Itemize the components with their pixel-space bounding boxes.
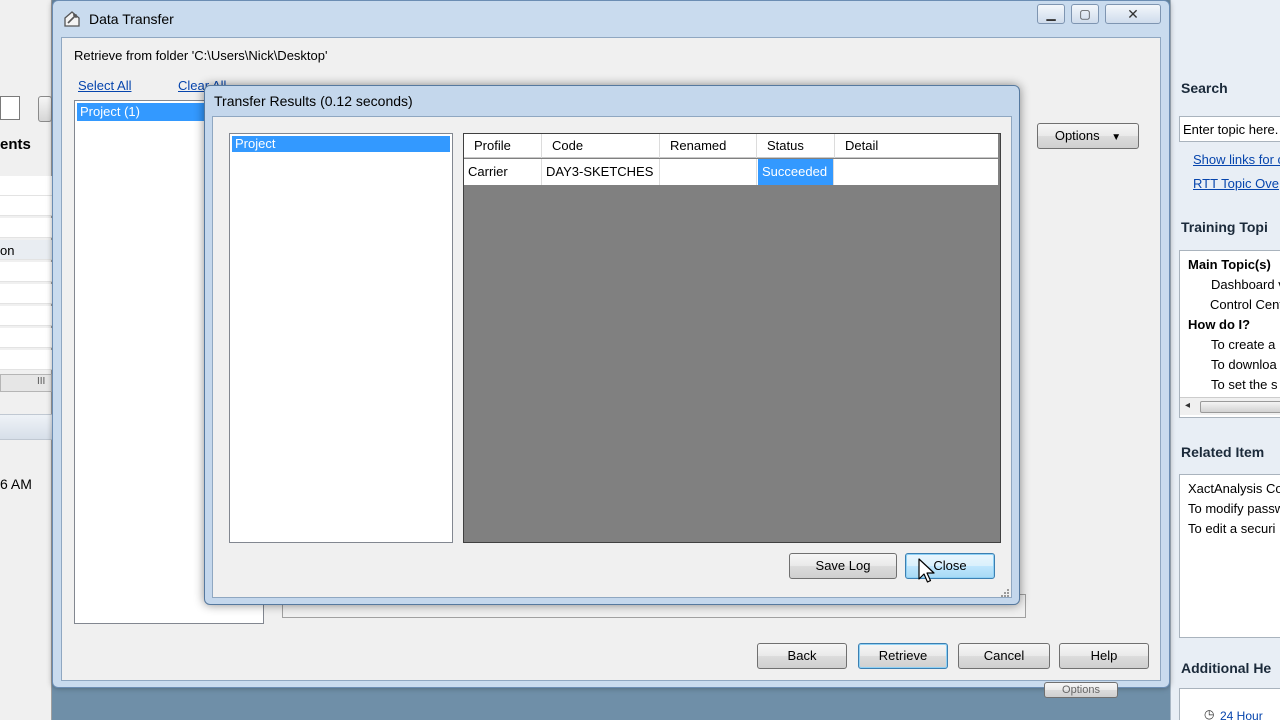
background-row bbox=[0, 284, 52, 304]
close-window-button[interactable]: ✕ bbox=[1105, 4, 1161, 24]
table-row[interactable]: Carrier DAY3-SKETCHES Succeeded bbox=[464, 159, 998, 185]
options-button[interactable]: Options ▼ bbox=[1037, 123, 1139, 149]
column-header-detail[interactable]: Detail bbox=[835, 134, 998, 158]
training-item: Main Topic(s) bbox=[1188, 257, 1271, 272]
search-input-placeholder: Enter topic here. bbox=[1183, 122, 1279, 137]
scroll-left-arrow-icon[interactable]: ◂ bbox=[1185, 400, 1190, 411]
training-item[interactable]: To create a bbox=[1211, 337, 1275, 352]
background-row bbox=[0, 306, 52, 326]
related-item[interactable]: To edit a securi bbox=[1188, 521, 1275, 536]
mouse-cursor-icon bbox=[918, 558, 935, 583]
minimize-icon: ▁ bbox=[1046, 7, 1056, 21]
background-heading-fragment: ents bbox=[0, 136, 31, 153]
additional-help-link[interactable]: 24 Hour bbox=[1220, 709, 1263, 720]
training-item[interactable]: To downloa bbox=[1211, 357, 1277, 372]
training-topics-title: Training Topi bbox=[1181, 219, 1268, 235]
search-title: Search bbox=[1181, 80, 1228, 96]
background-row bbox=[0, 262, 52, 282]
dialog-title: Transfer Results (0.12 seconds) bbox=[214, 93, 413, 109]
retrieve-button[interactable]: Retrieve bbox=[858, 643, 948, 669]
results-grid-header: Profile Code Renamed Status Detail bbox=[464, 134, 998, 158]
search-link-show-links[interactable]: Show links for c bbox=[1193, 152, 1280, 167]
training-topics-list: Main Topic(s) Dashboard v Control Cent H… bbox=[1179, 250, 1280, 418]
background-row bbox=[0, 350, 52, 370]
help-button[interactable]: Help bbox=[1059, 643, 1149, 669]
search-link-rtt-topic[interactable]: RTT Topic Ove bbox=[1193, 176, 1279, 191]
folder-label: Retrieve from folder 'C:\Users\Nick\Desk… bbox=[74, 48, 328, 63]
dropdown-arrow-icon: ▼ bbox=[1111, 132, 1122, 143]
options-button-label: Options bbox=[1054, 128, 1100, 143]
help-panel: Search Enter topic here. Show links for … bbox=[1170, 0, 1280, 720]
maximize-button[interactable]: ▢ bbox=[1071, 4, 1099, 24]
select-all-link[interactable]: Select All bbox=[78, 78, 131, 93]
background-row bbox=[0, 176, 52, 196]
related-item[interactable]: XactAnalysis Co bbox=[1188, 481, 1280, 496]
cell-renamed[interactable] bbox=[660, 159, 757, 185]
training-horizontal-scrollbar[interactable]: ◂ bbox=[1180, 397, 1280, 415]
column-header-profile[interactable]: Profile bbox=[464, 134, 542, 158]
related-items-title: Related Item bbox=[1181, 444, 1265, 460]
cell-profile[interactable]: Carrier bbox=[464, 159, 542, 185]
background-left-panel: ents on III 6 AM bbox=[0, 0, 52, 720]
cell-status[interactable]: Succeeded bbox=[758, 159, 834, 185]
background-row bbox=[0, 196, 52, 216]
hidden-options-button[interactable]: Options bbox=[1044, 682, 1118, 698]
training-item[interactable]: To set the s bbox=[1211, 377, 1277, 392]
clock-icon: ◷ bbox=[1204, 707, 1215, 720]
back-button[interactable]: Back bbox=[757, 643, 847, 669]
transfer-results-dialog: Transfer Results (0.12 seconds) Project … bbox=[204, 85, 1020, 605]
close-icon: ✕ bbox=[1127, 6, 1139, 22]
project-list-item[interactable]: Project (1) bbox=[77, 103, 207, 121]
data-transfer-app-icon bbox=[64, 11, 80, 27]
related-item[interactable]: To modify passw bbox=[1188, 501, 1280, 516]
window-title: Data Transfer bbox=[89, 11, 174, 27]
background-time-fragment: 6 AM bbox=[0, 476, 32, 492]
search-input[interactable]: Enter topic here. bbox=[1179, 116, 1280, 142]
training-item[interactable]: Control Cent bbox=[1210, 297, 1280, 312]
background-row-text: on bbox=[0, 243, 15, 258]
resize-grip-icon[interactable] bbox=[999, 585, 1009, 597]
background-input-fragment[interactable] bbox=[0, 96, 20, 120]
column-header-code[interactable]: Code bbox=[542, 134, 660, 158]
save-log-button[interactable]: Save Log bbox=[789, 553, 897, 579]
background-row bbox=[0, 218, 52, 238]
background-button-fragment[interactable] bbox=[38, 96, 52, 122]
background-section-header bbox=[0, 414, 52, 440]
related-items-list: XactAnalysis Co To modify passw To edit … bbox=[1179, 474, 1280, 638]
scrollbar-grip-icon: III bbox=[37, 376, 46, 387]
additional-help-title: Additional He bbox=[1181, 660, 1272, 676]
training-item: How do I? bbox=[1188, 317, 1251, 332]
minimize-button[interactable]: ▁ bbox=[1037, 4, 1065, 24]
results-grid[interactable]: Profile Code Renamed Status Detail Carri… bbox=[463, 133, 1001, 543]
background-row bbox=[0, 328, 52, 348]
background-scrollbar[interactable]: III bbox=[0, 374, 52, 392]
results-tree-item[interactable]: Project bbox=[232, 136, 450, 152]
column-header-status[interactable]: Status bbox=[757, 134, 835, 158]
cell-detail[interactable] bbox=[835, 159, 998, 185]
training-item[interactable]: Dashboard v bbox=[1211, 277, 1280, 292]
maximize-icon: ▢ bbox=[1079, 7, 1091, 21]
cancel-button[interactable]: Cancel bbox=[958, 643, 1050, 669]
results-tree[interactable]: Project bbox=[229, 133, 453, 543]
dialog-client-area: Project Profile Code Renamed Status Deta… bbox=[212, 116, 1012, 598]
cell-code[interactable]: DAY3-SKETCHES bbox=[542, 159, 660, 185]
scrollbar-thumb[interactable] bbox=[1200, 401, 1280, 413]
additional-help-list: ◷ 24 Hour bbox=[1179, 688, 1280, 720]
column-header-renamed[interactable]: Renamed bbox=[660, 134, 757, 158]
